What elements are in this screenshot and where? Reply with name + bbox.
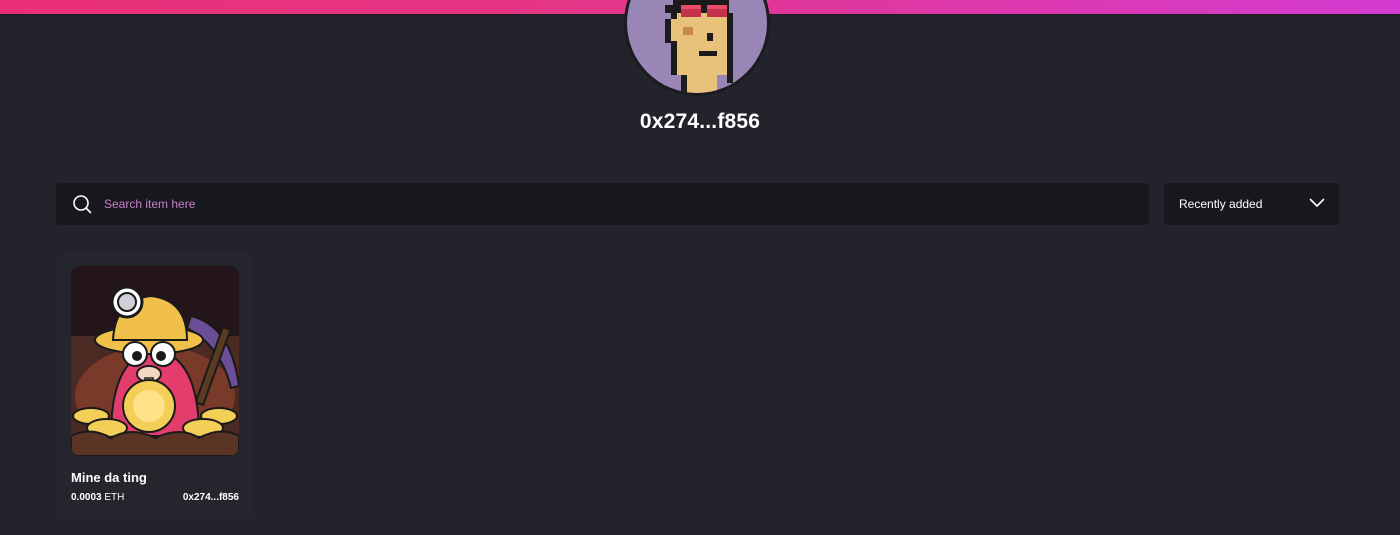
chevron-down-icon [1309,195,1325,213]
avatar[interactable] [627,0,767,93]
avatar-frame [624,0,770,96]
nft-card-price-value: 0.0003 [71,492,102,503]
nft-card-price-unit: ETH [104,492,125,503]
profile-address: 0x274...f856 [639,110,761,133]
pixel-punk-avatar-icon [665,0,733,93]
nft-card-image[interactable] [71,266,239,456]
search-icon [72,194,92,214]
profile-page: 0x274...f856 Recently added [0,0,1400,535]
nft-card-price: 0.0003 ETH [71,492,124,503]
miner-mole-artwork-icon [71,266,239,456]
nft-card-title: Mine da ting [71,470,147,485]
sort-selected-label: Recently added [1179,197,1263,211]
sort-dropdown[interactable]: Recently added [1164,183,1339,225]
nft-card-owner[interactable]: 0x274...f856 [183,492,239,503]
nft-card[interactable]: Mine da ting 0.0003 ETH 0x274...f856 [57,252,253,522]
search-bar [56,183,1149,225]
search-input[interactable] [104,189,1084,219]
